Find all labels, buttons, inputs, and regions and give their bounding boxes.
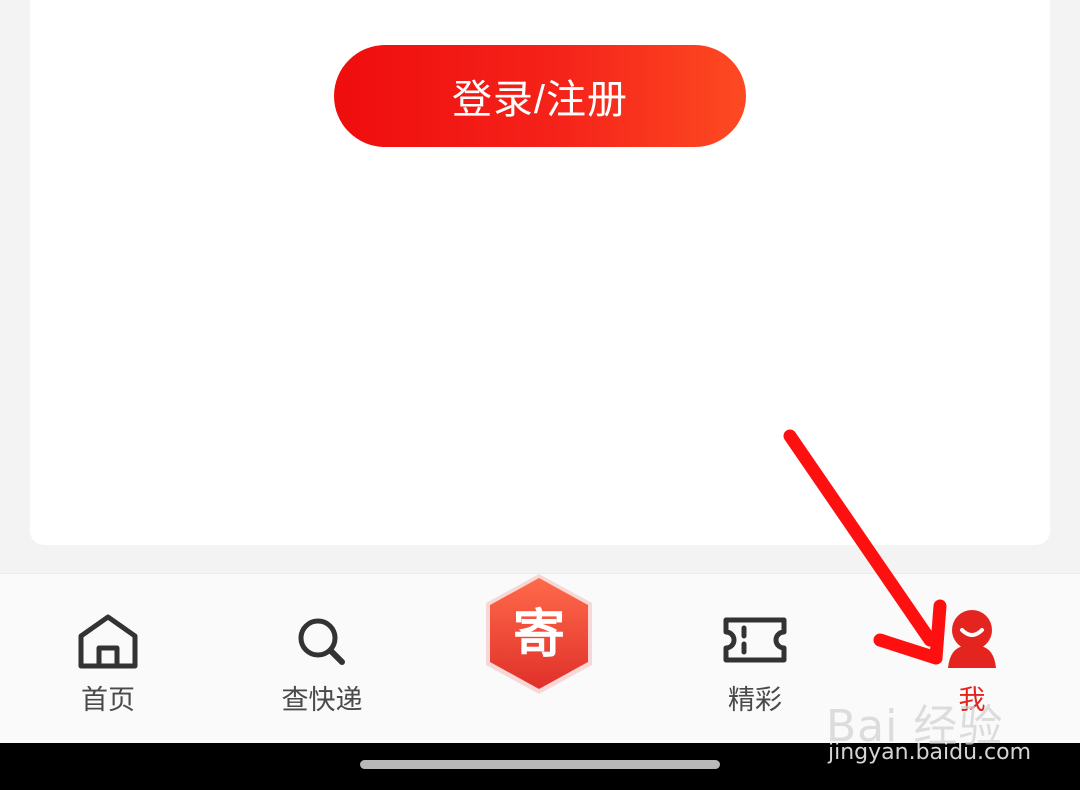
ticket-icon [723, 617, 787, 663]
send-parcel-button[interactable]: 寄 [474, 558, 604, 708]
home-icon [78, 614, 138, 669]
search-icon [298, 618, 345, 665]
login-register-button[interactable]: 登录/注册 [334, 45, 746, 147]
send-hex-icon: 寄 [486, 574, 592, 694]
tab-highlights-label: 精彩 [728, 685, 782, 716]
send-hex-glyph: 寄 [513, 605, 565, 665]
home-indicator[interactable] [360, 760, 720, 769]
profile-icon [948, 610, 996, 668]
tab-home-label: 首页 [81, 685, 135, 716]
tab-track-parcel-label: 查快递 [281, 685, 363, 716]
tab-home[interactable]: 首页 [48, 574, 168, 744]
tab-highlights[interactable]: 精彩 [695, 574, 815, 744]
tab-track-parcel[interactable]: 查快递 [262, 574, 382, 744]
watermark-url: jingyan.baidu.com [828, 740, 1032, 765]
